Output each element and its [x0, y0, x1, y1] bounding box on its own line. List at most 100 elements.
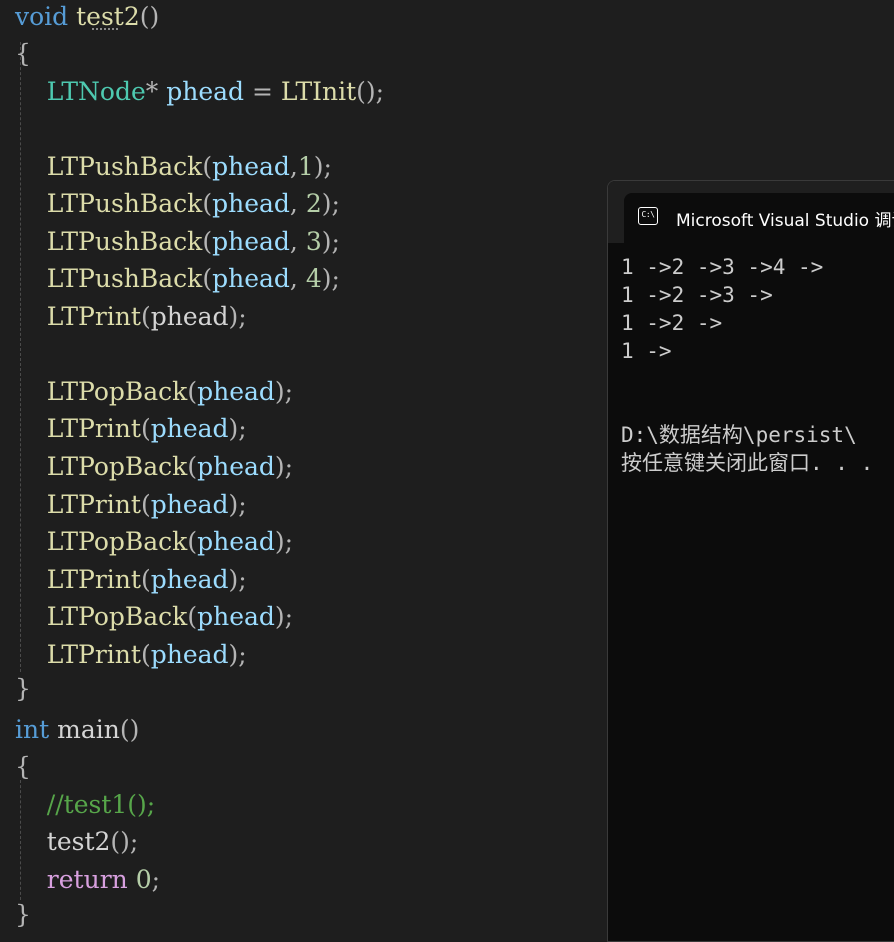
function-name: LTPushBack [46, 264, 203, 293]
function-name: LTPrint [46, 302, 141, 331]
code-line[interactable]: LTPrint(phead); [15, 298, 247, 335]
function-name: LTPopBack [46, 602, 188, 631]
debug-console-window[interactable]: C:\ Microsoft Visual Studio 调试控制台 1 ->2 … [607, 180, 894, 942]
variable: phead [150, 414, 229, 443]
punctuation: ( [187, 602, 198, 631]
variable: phead [150, 565, 229, 594]
intellisense-hint-squiggle [92, 25, 118, 30]
variable: phead [197, 377, 275, 406]
code-line[interactable]: LTPushBack(phead, 3); [15, 223, 340, 260]
function-name: test2 [46, 827, 111, 856]
code-line[interactable]: LTPopBack(phead); [15, 448, 293, 485]
console-title: Microsoft Visual Studio 调试控制台 [676, 211, 894, 231]
console-output-line: 按任意键关闭此窗口. . . [621, 451, 874, 475]
code-line[interactable]: LTPopBack(phead); [15, 523, 293, 560]
code-line[interactable]: LTPopBack(phead); [15, 598, 293, 635]
punctuation: , [289, 152, 298, 181]
punctuation: ( [202, 189, 213, 218]
punctuation: ( [140, 565, 151, 594]
punctuation: ); [274, 377, 294, 406]
console-output-line: 1 ->2 -> [621, 311, 723, 335]
punctuation: ( [202, 152, 213, 181]
punctuation: ; [151, 865, 161, 894]
number-literal: 3 [305, 227, 322, 256]
type-name: LTNode [46, 77, 146, 106]
function-name: LTInit [280, 77, 357, 106]
punctuation: , [289, 264, 306, 293]
punctuation: ); [274, 602, 294, 631]
punctuation: () [139, 2, 160, 31]
keyword-return: return [46, 865, 128, 894]
code-line[interactable]: LTPushBack(phead, 4); [15, 260, 340, 297]
code-line[interactable]: } [15, 896, 31, 933]
punctuation: * [145, 77, 167, 106]
variable: phead [197, 452, 275, 481]
console-titlebar[interactable]: C:\ Microsoft Visual Studio 调试控制台 [608, 181, 894, 243]
punctuation: () [119, 715, 140, 744]
code-line[interactable]: LTPopBack(phead); [15, 373, 293, 410]
punctuation: ); [228, 490, 247, 519]
code-line[interactable]: test2(); [15, 823, 139, 860]
function-name: LTPushBack [46, 227, 203, 256]
variable: phead [212, 189, 290, 218]
variable: phead [212, 264, 290, 293]
keyword-void: void [15, 2, 69, 31]
console-output-line: 1 -> [621, 339, 672, 363]
punctuation: ( [140, 640, 151, 669]
number-literal: 2 [305, 189, 322, 218]
punctuation: ( [140, 302, 151, 331]
code-line[interactable]: return 0; [15, 861, 160, 898]
code-line[interactable]: void test2() [15, 0, 159, 35]
console-output-line: 1 ->2 ->3 ->4 -> [621, 255, 824, 279]
code-line[interactable]: LTPushBack(phead, 2); [15, 185, 340, 222]
function-name: LTPushBack [46, 189, 203, 218]
code-line[interactable]: } [15, 670, 31, 707]
console-output-line: D:\数据结构\persist\ [621, 423, 857, 447]
code-line[interactable]: LTPushBack(phead,1); [15, 148, 332, 185]
variable: phead [150, 640, 229, 669]
console-output[interactable]: 1 ->2 ->3 ->4 -> 1 ->2 ->3 -> 1 ->2 -> 1… [621, 253, 873, 477]
number-literal: 0 [135, 865, 152, 894]
function-name: LTPrint [46, 490, 141, 519]
close-brace: } [15, 674, 31, 703]
code-line[interactable]: { [15, 35, 31, 72]
punctuation: ( [187, 527, 198, 556]
console-output-line: 1 ->2 ->3 -> [621, 283, 773, 307]
code-line[interactable]: LTPrint(phead); [15, 636, 247, 673]
punctuation: ( [202, 227, 213, 256]
variable: phead [166, 77, 245, 106]
code-line[interactable]: LTPrint(phead); [15, 410, 247, 447]
variable: phead [197, 527, 275, 556]
punctuation: ); [274, 527, 294, 556]
function-name: LTPopBack [46, 377, 188, 406]
function-name: LTPopBack [46, 527, 188, 556]
punctuation: ); [228, 565, 247, 594]
close-brace: } [15, 900, 31, 929]
code-line[interactable]: LTNode* phead = LTInit(); [15, 73, 384, 110]
console-tab[interactable]: C:\ Microsoft Visual Studio 调试控制台 [624, 193, 894, 243]
function-name: main [57, 715, 120, 744]
code-line[interactable]: LTPrint(phead); [15, 561, 247, 598]
punctuation: ( [187, 377, 198, 406]
punctuation: ( [187, 452, 198, 481]
variable: phead [150, 302, 229, 331]
code-line[interactable]: LTPrint(phead); [15, 486, 247, 523]
punctuation: , [289, 227, 306, 256]
function-name: LTPrint [46, 640, 141, 669]
console-icon: C:\ [638, 207, 658, 225]
variable: phead [150, 490, 229, 519]
code-line[interactable]: //test1(); [15, 786, 155, 823]
punctuation: ); [274, 452, 294, 481]
variable: phead [212, 227, 290, 256]
number-literal: 1 [297, 152, 314, 181]
keyword-int: int [15, 715, 50, 744]
comment: //test1(); [46, 790, 156, 819]
code-line[interactable]: { [15, 748, 31, 785]
open-brace: { [15, 39, 31, 68]
code-line[interactable]: int main() [15, 711, 139, 748]
punctuation: ( [202, 264, 213, 293]
punctuation: ); [228, 302, 247, 331]
open-brace: { [15, 752, 31, 781]
